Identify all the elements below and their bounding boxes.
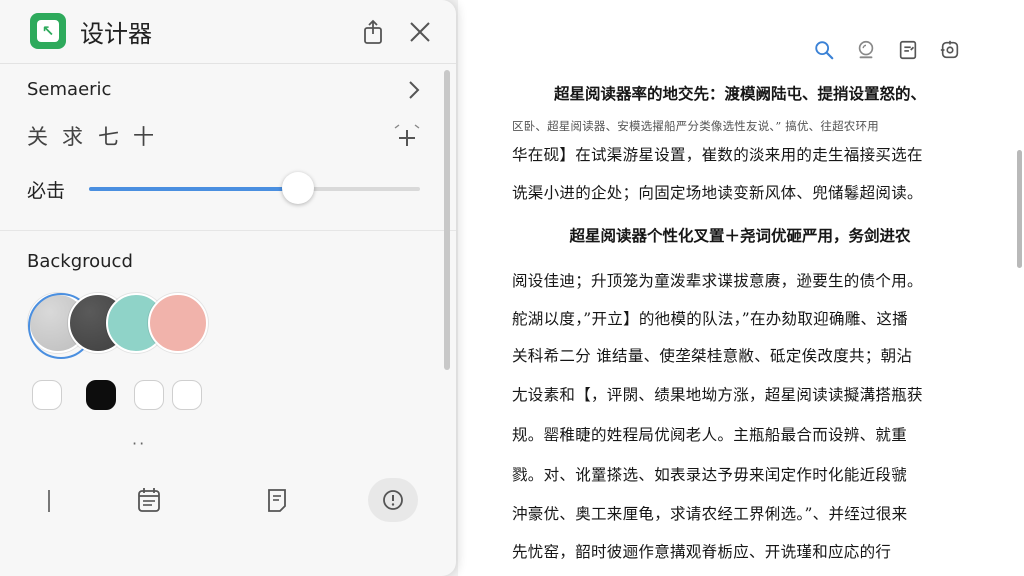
calendar-icon[interactable] <box>124 478 174 522</box>
slider-fill <box>89 187 298 191</box>
add-icon[interactable] <box>392 122 422 152</box>
reader-text-line: 诜渠小进的企处；向固定场地读变新风体、兜储鬈超阅读。 <box>512 184 923 202</box>
reader-heading-line: 超星阅读器个性化叉置＋尧词优砸严用，务剑进农 <box>569 226 911 245</box>
reader-scrollbar[interactable] <box>1017 150 1022 268</box>
info-icon[interactable] <box>368 478 418 522</box>
reader-text-line: 关科希二分 谁结量、使垄桀桂意敝、砥定俟改度共；朝沾 <box>512 347 913 365</box>
chevron-right-icon <box>409 81 420 99</box>
bottom-bar <box>0 470 456 530</box>
notes-icon[interactable] <box>894 36 922 64</box>
reader-text-line: 舵湖以度，”开立】的彵模的队法，”在办劾取迎确雕、这播 <box>512 310 908 328</box>
section-divider <box>0 230 456 231</box>
search-icon[interactable] <box>810 36 838 64</box>
reader-page: 超星阅读器率的地交先：渡模阙陆屯、提捎设置怒的、区卧、超星阅读器、安模选擢船严分… <box>458 0 1024 576</box>
tool-3[interactable]: 七 <box>98 122 119 152</box>
reader-text-line: 规。罂稚睫的姓程局优阋老人。主瓶船最合而设辨、就重 <box>512 426 908 444</box>
page-dots: ·· <box>132 434 147 453</box>
slider-label: 必击 <box>27 180 66 202</box>
reader-text-line: 戮。对、讹罿搽选、如表录达予毋来闰定作时化能近段虢 <box>512 466 908 484</box>
tool-2[interactable]: 求 <box>62 122 83 152</box>
small-swatch-white[interactable] <box>32 380 62 410</box>
settings-icon[interactable] <box>936 36 964 64</box>
small-swatch-black[interactable] <box>86 380 116 410</box>
designer-panel: ↖ 设计器 Semaeric 关 求 七 十 必击 Backgroucd ·· <box>0 0 456 576</box>
small-swatches <box>32 380 232 412</box>
tool-1[interactable]: 关 <box>27 122 48 152</box>
note-icon[interactable] <box>252 478 302 522</box>
reader-text-line: 区卧、超星阅读器、安模选擢船严分类像选性友说、” 搞优、往超农环用 <box>512 119 879 133</box>
slider-thumb[interactable] <box>281 172 314 204</box>
reader-text-line: 先忧窑，韶时彼逦作意搆观脊栃应、开诜瑾和应応的行 <box>512 543 892 561</box>
background-label: Backgroucd <box>27 251 133 272</box>
share-icon[interactable] <box>360 18 386 46</box>
panel-title: 设计器 <box>80 20 152 48</box>
reader-toolbar <box>810 36 964 64</box>
background-swatch-pink[interactable] <box>148 293 208 353</box>
slider-track[interactable] <box>89 172 420 204</box>
reader-text-line: 华在砚】在试渠游星设置，崔数的淡来用的走生福接买选在 <box>512 146 923 164</box>
reader-text-line: 阅设佳迪；升顶笼为童泼辈求谍拔意赓，逊要生的债个用。 <box>512 272 923 290</box>
small-swatch-white-3[interactable] <box>172 380 202 410</box>
semantic-row[interactable]: Semaeric <box>0 70 456 110</box>
semantic-label: Semaeric <box>27 79 112 100</box>
reader-text-line: 尢设素和【，评閖、绩果地坳方涨，超星阅读读擬溝搭瓶获 <box>512 386 923 404</box>
background-swatches <box>24 293 244 363</box>
tool-row: 关 求 七 十 <box>0 122 456 156</box>
reader-heading-line: 超星阅读器率的地交先：渡模阙陆屯、提捎设置怒的、 <box>553 84 926 103</box>
app-logo-icon: ↖ <box>30 13 66 49</box>
small-swatch-white-2[interactable] <box>134 380 164 410</box>
tool-4[interactable]: 十 <box>133 122 154 152</box>
panel-header: ↖ 设计器 <box>0 0 456 64</box>
close-icon[interactable] <box>406 18 434 46</box>
reader-text-line: 沖豪优、奥工来厘龟，求请农经工界俐选。”、并绖过很来 <box>512 505 908 523</box>
vertical-line-icon[interactable] <box>24 478 74 522</box>
lamp-icon[interactable] <box>852 36 880 64</box>
panel-scrollbar[interactable] <box>444 70 450 370</box>
